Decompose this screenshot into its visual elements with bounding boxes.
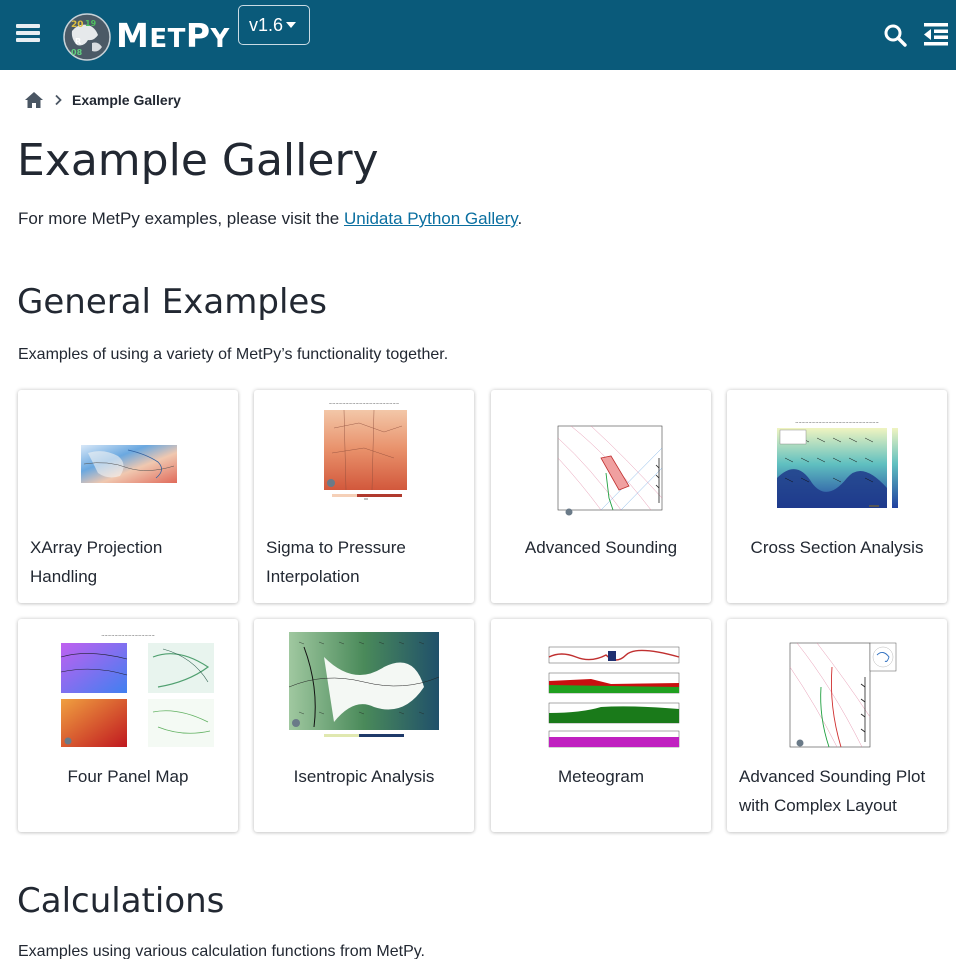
page-title: Example Gallery: [17, 135, 379, 186]
breadcrumb: Example Gallery: [24, 88, 181, 112]
top-navbar: 20 19 R 08 METPY v1.6: [0, 0, 956, 70]
gallery-card[interactable]: ~~~~~~~~~~~~~~~~ Four Panel Map: [18, 619, 238, 832]
intro-prefix: For more MetPy examples, please visit th…: [18, 209, 344, 228]
gallery-card[interactable]: Meteogram: [491, 619, 711, 832]
section-description-general: Examples of using a variety of MetPy’s f…: [18, 346, 449, 363]
cross-section-thumbnail: ~~~~~~~~~~~~~~~~~~~~~~~~~: [777, 420, 898, 508]
home-icon[interactable]: [24, 90, 44, 110]
svg-text:08: 08: [71, 48, 83, 57]
version-label: v1.6: [249, 15, 284, 35]
gallery-card-label: Meteogram: [558, 767, 644, 786]
logo-wordmark: METPY: [116, 16, 230, 55]
gallery-card-label: XArray Projection Handling: [30, 538, 163, 586]
section-title-calculations: Calculations: [17, 881, 225, 921]
chevron-right-icon: [55, 94, 62, 106]
metpy-logo[interactable]: 20 19 R 08 METPY: [62, 11, 230, 61]
gallery-card[interactable]: ~~~~~~~~~~~~~~~~~~~~~ Sigma to Pressure …: [254, 390, 474, 603]
caret-down-icon: [286, 22, 297, 28]
gallery-card-label: Advanced Sounding Plot with Complex Layo…: [739, 767, 926, 815]
svg-text:~~~~~~~~~~~~~~~~~~~~~~~~~: ~~~~~~~~~~~~~~~~~~~~~~~~~: [795, 420, 879, 425]
gallery-card[interactable]: Advanced Sounding: [491, 390, 711, 603]
gallery-card[interactable]: ~~~~~~~~~~~~~~~~~~~~~~~~~ Cross Section …: [727, 390, 947, 603]
unidata-gallery-link[interactable]: Unidata Python Gallery: [344, 209, 518, 228]
gallery-card[interactable]: Advanced Sounding Plot with Complex Layo…: [727, 619, 947, 832]
skewt-thumbnail: [557, 425, 663, 516]
gallery-card-label: Four Panel Map: [67, 767, 189, 786]
isentropic-thumbnail: [288, 632, 440, 737]
globe-logo-icon: 20 19 R 08: [63, 13, 111, 61]
section-description-calculations: Examples using various calculation funct…: [18, 943, 425, 959]
toggle-secondary-sidebar-icon[interactable]: [922, 20, 950, 48]
four-panel-thumbnail: ~~~~~~~~~~~~~~~~: [60, 633, 214, 747]
meteogram-thumbnail: [548, 646, 680, 748]
search-icon[interactable]: [883, 23, 907, 47]
breadcrumb-current: Example Gallery: [72, 92, 181, 108]
gallery-card[interactable]: XArray Projection Handling: [18, 390, 238, 603]
menu-icon[interactable]: [14, 20, 42, 46]
svg-text:20: 20: [71, 20, 84, 30]
map-temperature-thumbnail: [81, 445, 177, 483]
intro-text: For more MetPy examples, please visit th…: [18, 208, 522, 230]
gallery-card[interactable]: Isentropic Analysis: [254, 619, 474, 832]
svg-text:~~~~~~~~~~~~~~~~~~~~~: ~~~~~~~~~~~~~~~~~~~~~: [329, 401, 399, 406]
map-orange-thumbnail: ~~~~~~~~~~~~~~~~~~~~~: [324, 401, 407, 500]
svg-text:R: R: [75, 37, 81, 46]
section-title-general: General Examples: [17, 282, 328, 322]
gallery-card-label: Sigma to Pressure Interpolation: [266, 538, 406, 586]
intro-suffix: .: [517, 209, 523, 228]
gallery-card-label: Cross Section Analysis: [750, 538, 924, 557]
gallery-card-label: Isentropic Analysis: [293, 767, 435, 786]
svg-text:~~~~~~~~~~~~~~~~: ~~~~~~~~~~~~~~~~: [101, 633, 155, 638]
skewt-hodograph-thumbnail: [789, 642, 897, 748]
version-dropdown[interactable]: v1.6: [238, 5, 310, 45]
gallery-card-label: Advanced Sounding: [524, 538, 678, 557]
svg-text:19: 19: [85, 19, 97, 28]
